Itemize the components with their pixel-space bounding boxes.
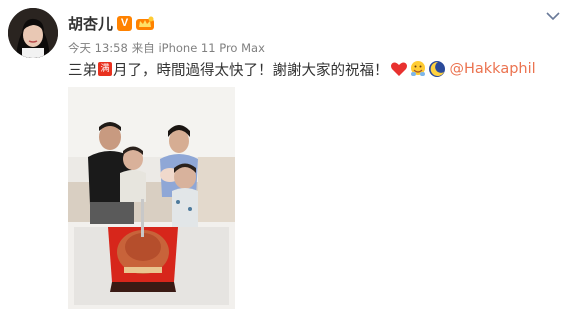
avatar-image [8, 8, 58, 58]
mention-link[interactable]: @Hakkaphil [450, 61, 536, 77]
moon-emoji-icon [428, 61, 445, 77]
post-source: 来自 iPhone 11 Pro Max [131, 41, 265, 55]
more-options-button[interactable] [544, 8, 562, 22]
post-photo[interactable] [68, 87, 235, 309]
post-time[interactable]: 今天 13:58 [68, 40, 128, 56]
post-text: 三弟 满 月了，時間過得太快了！謝謝大家的祝福！ @Hakkaphil [68, 60, 536, 79]
heart-emoji-icon [390, 62, 407, 76]
full-badge: 满 [98, 62, 112, 76]
user-name-row: 胡杏儿 V [68, 12, 155, 34]
vip-crown-icon [136, 16, 155, 30]
post-text-part1: 三弟 [68, 62, 97, 79]
hug-emoji-icon [410, 61, 425, 76]
verified-badge-icon: V [117, 15, 133, 31]
chevron-down-icon [546, 12, 560, 21]
family-photo-image [68, 87, 235, 309]
user-name[interactable]: 胡杏儿 [68, 13, 113, 34]
avatar[interactable] [8, 8, 58, 58]
post-meta: 今天 13:58 来自 iPhone 11 Pro Max [68, 40, 265, 56]
post-text-part2: 月了，時間過得太快了！謝謝大家的祝福！ [113, 62, 389, 79]
